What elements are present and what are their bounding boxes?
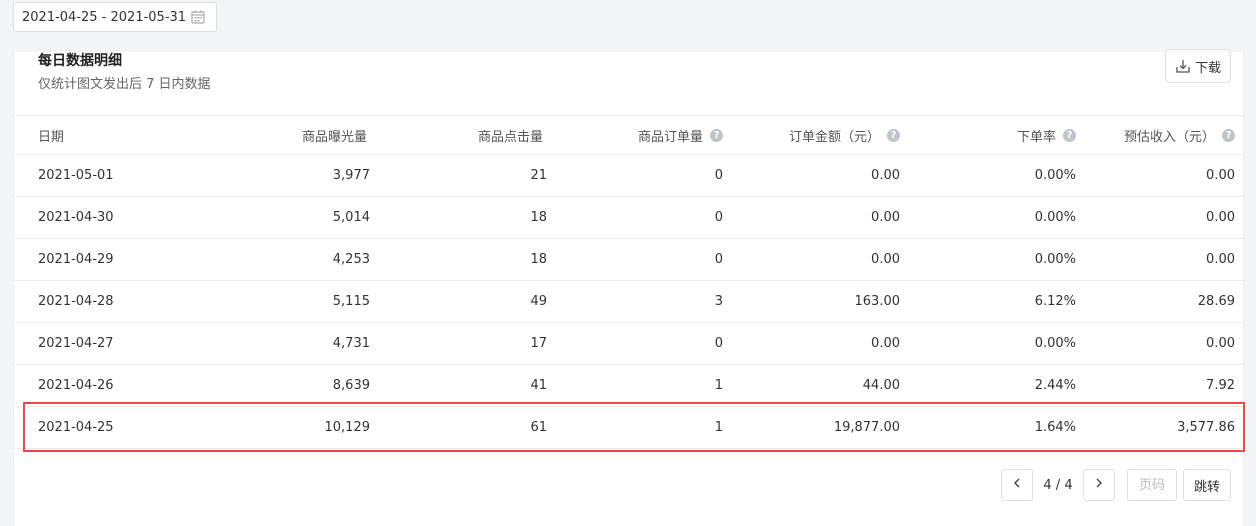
table-row: 2021-04-30 5,014 18 0 0.00 0.00% 0.00 <box>14 197 1243 239</box>
chevron-left-icon <box>1011 477 1023 493</box>
cell-clicks: 17 <box>530 336 547 351</box>
cell-impressions: 4,731 <box>332 336 370 351</box>
cell-estimated-income: 0.00 <box>1206 336 1235 351</box>
cell-order-amount: 0.00 <box>871 252 900 267</box>
cell-estimated-income: 0.00 <box>1206 252 1235 267</box>
cell-order-rate: 1.64% <box>1034 420 1076 435</box>
cell-orders: 1 <box>714 420 723 435</box>
cell-date: 2021-04-27 <box>38 336 114 351</box>
calendar-icon[interactable] <box>190 9 206 25</box>
cell-order-amount: 19,877.00 <box>833 420 900 435</box>
card-subtitle: 仅统计图文发出后 7 日内数据 <box>38 77 211 92</box>
cell-order-rate: 6.12% <box>1034 294 1076 309</box>
table-row: 2021-04-29 4,253 18 0 0.00 0.00% 0.00 <box>14 239 1243 281</box>
cell-date: 2021-04-30 <box>38 210 114 225</box>
cell-order-amount: 44.00 <box>862 378 900 393</box>
header-orders: 商品订单量? <box>638 116 723 154</box>
cell-orders: 0 <box>714 168 723 183</box>
header-date: 日期 <box>38 129 65 145</box>
cell-estimated-income: 0.00 <box>1206 168 1235 183</box>
cell-order-amount: 0.00 <box>871 210 900 225</box>
help-icon[interactable]: ? <box>710 128 723 142</box>
header-order-rate: 下单率? <box>1017 116 1076 154</box>
table-row: 2021-04-26 8,639 41 1 44.00 2.44% 7.92 <box>14 365 1243 407</box>
cell-order-amount: 0.00 <box>871 168 900 183</box>
cell-orders: 0 <box>714 252 723 267</box>
pagination: 4 / 4 跳转 <box>1001 469 1231 501</box>
table-header-row: 日期 商品曝光量 商品点击量 商品订单量? 订单金额（元）? 下单率? 预估收入… <box>14 115 1243 155</box>
cell-clicks: 21 <box>530 168 547 183</box>
date-range-value: 2021-04-25 - 2021-05-31 <box>22 9 187 25</box>
cell-date: 2021-04-25 <box>38 420 114 435</box>
cell-order-rate: 0.00% <box>1034 336 1076 351</box>
daily-data-table: 日期 商品曝光量 商品点击量 商品订单量? 订单金额（元）? 下单率? 预估收入… <box>14 115 1243 449</box>
header-impressions: 商品曝光量 <box>301 129 367 145</box>
daily-data-card: 每日数据明细 仅统计图文发出后 7 日内数据 下载 日期 商品曝光量 商品点击量… <box>13 49 1245 526</box>
next-page-button[interactable] <box>1083 469 1115 501</box>
cell-impressions: 5,014 <box>332 210 370 225</box>
cell-clicks: 61 <box>530 420 547 435</box>
cell-order-rate: 0.00% <box>1034 252 1076 267</box>
cell-date: 2021-05-01 <box>38 168 114 183</box>
jump-button[interactable]: 跳转 <box>1183 469 1231 501</box>
cell-order-rate: 0.00% <box>1034 210 1076 225</box>
cell-order-amount: 0.00 <box>871 336 900 351</box>
help-icon[interactable]: ? <box>1222 128 1235 142</box>
cell-order-rate: 2.44% <box>1034 378 1076 393</box>
cell-estimated-income: 28.69 <box>1197 294 1235 309</box>
cell-orders: 3 <box>714 294 723 309</box>
download-button[interactable]: 下载 <box>1165 49 1231 83</box>
date-range-picker[interactable]: 2021-04-25 - 2021-05-31 <box>13 2 217 32</box>
cell-estimated-income: 3,577.86 <box>1177 420 1235 435</box>
page-indicator: 4 / 4 <box>1043 477 1073 493</box>
cell-order-amount: 163.00 <box>854 294 901 309</box>
cell-orders: 0 <box>714 210 723 225</box>
cell-impressions: 5,115 <box>332 294 370 309</box>
header-estimated-income: 预估收入（元）? <box>1124 116 1235 154</box>
cell-estimated-income: 0.00 <box>1206 210 1235 225</box>
download-icon <box>1175 58 1191 74</box>
cell-clicks: 49 <box>530 294 547 309</box>
cell-estimated-income: 7.92 <box>1206 378 1235 393</box>
header-clicks: 商品点击量 <box>477 129 543 145</box>
help-icon[interactable]: ? <box>1063 128 1076 142</box>
cell-clicks: 41 <box>530 378 547 393</box>
cell-order-rate: 0.00% <box>1034 168 1076 183</box>
help-icon[interactable]: ? <box>887 128 900 142</box>
cell-clicks: 18 <box>530 210 547 225</box>
table-row: 2021-05-01 3,977 21 0 0.00 0.00% 0.00 <box>14 155 1243 197</box>
card-title: 每日数据明细 <box>38 53 122 69</box>
download-label: 下载 <box>1194 60 1221 76</box>
cell-date: 2021-04-28 <box>38 294 114 309</box>
prev-page-button[interactable] <box>1001 469 1033 501</box>
cell-orders: 0 <box>714 336 723 351</box>
chevron-right-icon <box>1093 477 1105 493</box>
cell-date: 2021-04-26 <box>38 378 114 393</box>
cell-impressions: 3,977 <box>332 168 370 183</box>
cell-impressions: 4,253 <box>332 252 370 267</box>
cell-clicks: 18 <box>530 252 547 267</box>
table-row: 2021-04-28 5,115 49 3 163.00 6.12% 28.69 <box>14 281 1243 323</box>
table-row: 2021-04-27 4,731 17 0 0.00 0.00% 0.00 <box>14 323 1243 365</box>
header-order-amount: 订单金额（元）? <box>789 116 900 154</box>
cell-orders: 1 <box>714 378 723 393</box>
cell-date: 2021-04-29 <box>38 252 114 267</box>
cell-impressions: 10,129 <box>324 420 371 435</box>
table-row: 2021-04-25 10,129 61 1 19,877.00 1.64% 3… <box>14 407 1243 449</box>
page-number-input[interactable] <box>1127 469 1177 501</box>
cell-impressions: 8,639 <box>332 378 370 393</box>
